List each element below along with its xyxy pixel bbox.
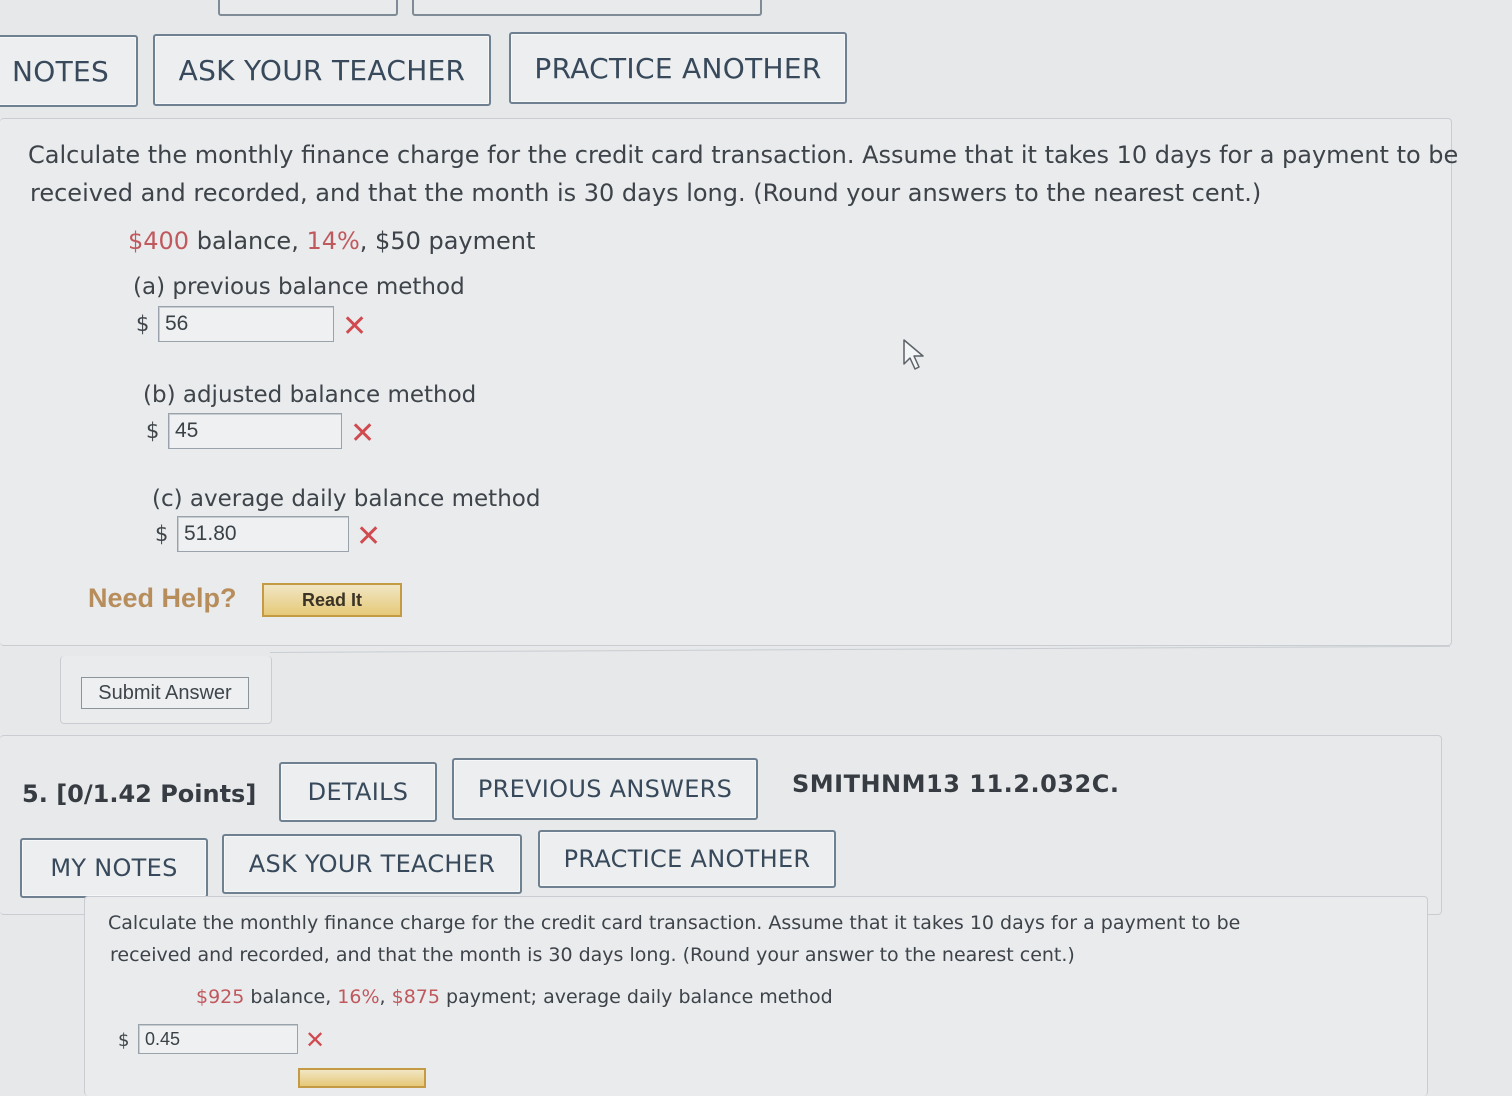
ask-your-teacher-button[interactable]: ASK YOUR TEACHER	[153, 34, 491, 106]
notes-button-label: NOTES	[12, 54, 110, 88]
mouse-cursor-icon	[903, 339, 924, 370]
previous-answers-label: PREVIOUS ANSWERS	[477, 775, 733, 803]
part-a-answer-input[interactable]	[158, 306, 334, 342]
practice-another-button-q5[interactable]: PRACTICE ANOTHER	[538, 830, 836, 888]
question-reference-code: SMITHNM13 11.2.032C.	[792, 770, 1120, 798]
part-c-label: (c) average daily balance method	[152, 486, 541, 512]
incorrect-x-icon: ✕	[356, 519, 382, 554]
given-rate: 14%	[306, 227, 360, 255]
my-notes-button-q5[interactable]: MY NOTES	[20, 838, 208, 898]
question-5-given-values: $925 balance, 16%, $875 payment; average…	[196, 982, 833, 1013]
part-a-currency: $	[136, 312, 150, 336]
submit-answer-button[interactable]: Submit Answer	[81, 677, 249, 709]
details-label: DETAILS	[307, 778, 409, 806]
q5-given-payment: $875	[391, 986, 440, 1008]
part-b-currency: $	[146, 419, 160, 443]
part-c-currency: $	[155, 522, 169, 546]
question-number: 5.	[22, 780, 48, 808]
ask-teacher-label: ASK YOUR TEACHER	[178, 53, 466, 87]
my-notes-label: MY NOTES	[50, 854, 178, 882]
question-5-prompt-line2: received and recorded, and that the mont…	[110, 944, 1075, 966]
q5-given-balance-text: balance,	[244, 986, 338, 1008]
q5-read-it-button-partial[interactable]	[298, 1068, 426, 1088]
part-b-answer-input[interactable]	[168, 413, 342, 449]
top-cutoff-button-left[interactable]	[218, 0, 398, 16]
q5-answer-currency: $	[118, 1030, 130, 1051]
details-button[interactable]: DETAILS	[279, 762, 437, 822]
practice-another-button[interactable]: PRACTICE ANOTHER	[509, 32, 847, 104]
my-notes-button[interactable]: NOTES	[0, 35, 138, 107]
given-balance: $400	[128, 227, 190, 255]
ask-teacher-label-q5: ASK YOUR TEACHER	[248, 850, 496, 878]
ask-your-teacher-button-q5[interactable]: ASK YOUR TEACHER	[222, 834, 522, 894]
need-help-label: Need Help?	[88, 583, 237, 613]
incorrect-x-icon: ✕	[342, 309, 368, 344]
given-rate-text: , $50 payment	[359, 227, 536, 255]
q5-given-payment-text: payment; average daily balance method	[439, 986, 833, 1008]
submit-area-divider	[269, 645, 1450, 653]
question-points: [0/1.42 Points]	[56, 780, 257, 808]
q5-given-balance: $925	[196, 986, 245, 1008]
previous-answers-button[interactable]: PREVIOUS ANSWERS	[452, 758, 758, 820]
given-balance-text: balance,	[189, 227, 307, 255]
q5-answer-input[interactable]	[138, 1024, 298, 1054]
top-cutoff-button-right[interactable]	[412, 0, 762, 16]
question-5-prompt-line1: Calculate the monthly finance charge for…	[108, 912, 1241, 934]
question-4-given-values: $400 balance, 14%, $50 payment	[128, 222, 535, 260]
practice-another-label: PRACTICE ANOTHER	[534, 51, 822, 85]
part-b-label: (b) adjusted balance method	[143, 382, 477, 408]
q5-given-rate-text: ,	[379, 986, 392, 1008]
question-5-number: 5. [0/1.42 Points]	[22, 780, 256, 808]
question-4-prompt-line1: Calculate the monthly finance charge for…	[28, 141, 1459, 169]
part-a-label: (a) previous balance method	[133, 274, 465, 300]
q5-given-rate: 16%	[337, 986, 380, 1008]
part-c-answer-input[interactable]	[177, 516, 349, 552]
read-it-button[interactable]: Read It	[262, 583, 402, 617]
question-4-prompt-line2: received and recorded, and that the mont…	[30, 179, 1262, 207]
incorrect-x-icon: ✕	[305, 1026, 326, 1054]
incorrect-x-icon: ✕	[350, 416, 376, 451]
practice-another-label-q5: PRACTICE ANOTHER	[563, 845, 811, 873]
